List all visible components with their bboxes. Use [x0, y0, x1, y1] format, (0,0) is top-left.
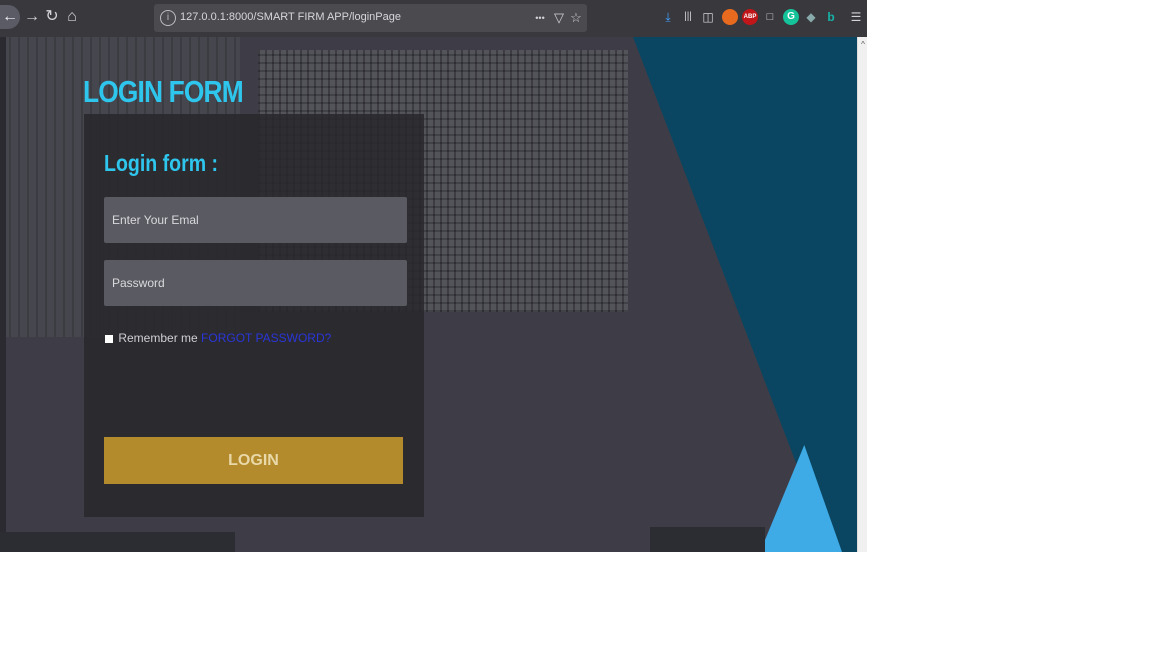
forgot-password-link[interactable]: FORGOT PASSWORD? [201, 331, 331, 345]
background-block [0, 532, 235, 552]
background-edge [0, 37, 6, 552]
login-page: LOGIN FORM Login form : Remember me FORG… [0, 37, 857, 552]
extension-b-icon[interactable]: b [823, 9, 839, 25]
scrollbar[interactable]: ^ [857, 37, 867, 552]
form-title: Login form : [104, 150, 219, 176]
pocket-icon[interactable]: ▽ [551, 9, 567, 27]
browser-toolbar: ← → ↻ ⌂ i 127.0.0.1:8000/SMART FIRM APP/… [0, 0, 867, 37]
login-panel: Login form : Remember me FORGOT PASSWORD… [84, 114, 424, 517]
login-button[interactable]: LOGIN [104, 437, 403, 484]
address-bar[interactable]: i 127.0.0.1:8000/SMART FIRM APP/loginPag… [154, 4, 587, 32]
scroll-up-icon[interactable]: ^ [858, 40, 867, 49]
adblock-icon[interactable]: ABP [742, 9, 758, 25]
background-dark-triangle [633, 37, 857, 552]
page-title: LOGIN FORM [83, 74, 244, 109]
back-icon[interactable]: ← [0, 5, 20, 29]
screenshot: ← → ↻ ⌂ i 127.0.0.1:8000/SMART FIRM APP/… [0, 0, 867, 552]
remember-row: Remember me FORGOT PASSWORD? [105, 331, 331, 345]
extension-diamond-icon[interactable]: ◆ [803, 9, 819, 25]
info-icon[interactable]: i [160, 10, 176, 26]
extension-box-icon[interactable]: □ [762, 9, 778, 25]
sidebar-icon[interactable]: ◫ [700, 9, 716, 25]
menu-icon[interactable]: ☰ [848, 9, 864, 25]
url-text[interactable]: 127.0.0.1:8000/SMART FIRM APP/loginPage [180, 11, 401, 23]
home-icon[interactable]: ⌂ [60, 5, 84, 29]
password-field[interactable] [104, 260, 407, 306]
grammarly-icon[interactable]: G [783, 9, 799, 25]
email-field[interactable] [104, 197, 407, 243]
download-icon[interactable]: ⤓ [660, 9, 676, 25]
bookmark-star-icon[interactable]: ☆ [568, 9, 584, 27]
more-actions-icon[interactable]: ••• [532, 9, 548, 27]
remember-label: Remember me [118, 331, 198, 345]
background-block [650, 527, 765, 552]
library-icon[interactable]: ||| [680, 9, 696, 25]
remember-checkbox[interactable] [105, 334, 113, 343]
extension-fox-icon[interactable] [722, 9, 738, 25]
